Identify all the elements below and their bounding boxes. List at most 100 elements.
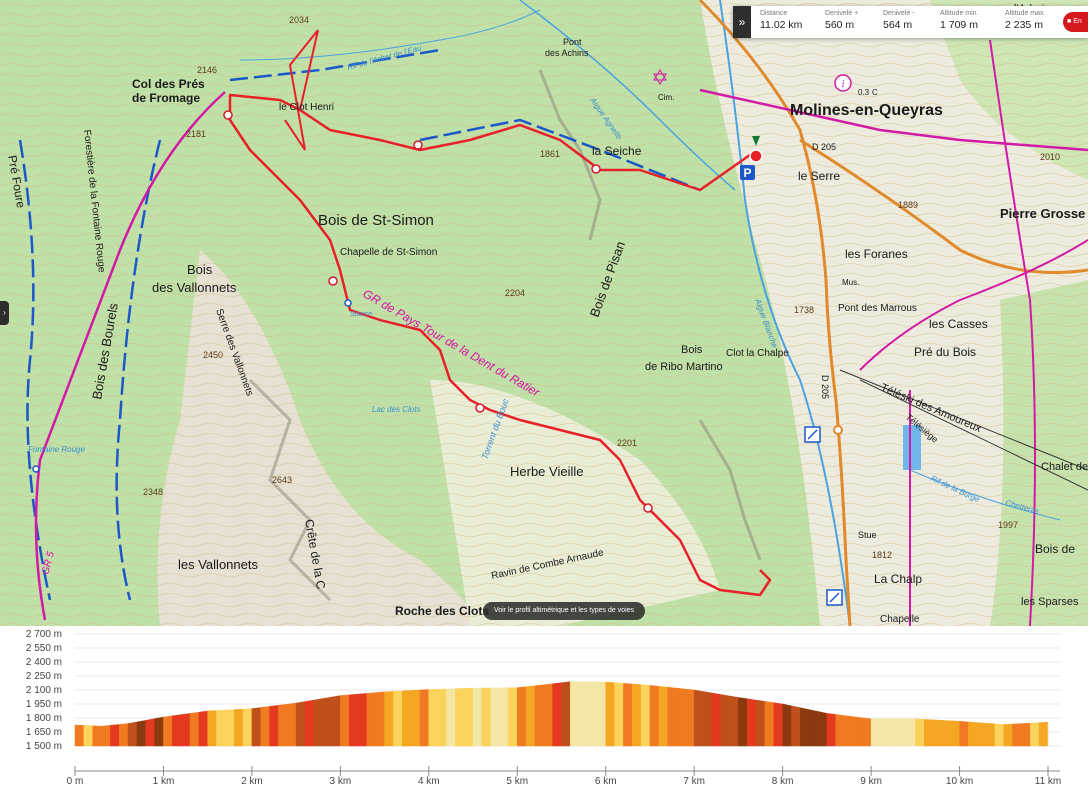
profile-segment bbox=[260, 706, 270, 747]
profile-segment bbox=[393, 690, 403, 747]
profile-segment bbox=[287, 702, 297, 747]
profile-segment bbox=[251, 707, 262, 747]
profile-segment bbox=[782, 703, 792, 747]
profile-segment bbox=[985, 722, 996, 747]
map-canvas[interactable]: P i l'AdretPontdes AchinsCol des Présde … bbox=[0, 0, 1088, 626]
profile-segment bbox=[994, 723, 1005, 747]
profile-segment bbox=[932, 719, 943, 747]
profile-segment bbox=[702, 691, 713, 747]
profile-segment bbox=[437, 688, 447, 747]
profile-segment bbox=[366, 692, 376, 747]
export-button[interactable]: ■ En bbox=[1063, 12, 1088, 32]
info-icon[interactable]: i bbox=[834, 74, 852, 92]
route-start-marker[interactable] bbox=[749, 149, 763, 163]
profile-segment bbox=[923, 719, 934, 747]
profile-segment bbox=[711, 692, 721, 747]
profile-segment bbox=[375, 691, 385, 747]
profile-segment bbox=[1003, 723, 1013, 747]
route-waypoint[interactable] bbox=[475, 403, 485, 413]
profile-segment bbox=[180, 713, 191, 747]
profile-segment bbox=[915, 718, 925, 747]
altitude-label: 2348 bbox=[143, 487, 163, 497]
route-waypoint[interactable] bbox=[591, 164, 601, 174]
stat-label: Altitude max. bbox=[1005, 10, 1046, 17]
profile-segment bbox=[959, 720, 969, 747]
spring-icon bbox=[32, 465, 40, 473]
profile-segment bbox=[649, 685, 660, 747]
y-tick-label: 2 100 m bbox=[26, 685, 62, 696]
profile-segment bbox=[110, 724, 120, 747]
profile-segment bbox=[826, 713, 836, 747]
profile-segment bbox=[517, 686, 527, 747]
side-panel-handle[interactable]: › bbox=[0, 301, 9, 325]
collapse-stats-button[interactable]: » bbox=[733, 6, 751, 38]
place-label: Pont bbox=[563, 37, 582, 47]
profile-segment bbox=[216, 709, 226, 747]
profile-segment bbox=[578, 681, 589, 747]
water-label: Lac des Clots bbox=[372, 405, 420, 414]
profile-segment bbox=[844, 715, 854, 747]
profile-segment bbox=[808, 709, 819, 747]
place-label: Bois bbox=[187, 262, 213, 277]
stat-label: Distance bbox=[760, 10, 788, 17]
x-tick-label: 7 km bbox=[683, 776, 705, 787]
place-label: Bois de St-Simon bbox=[318, 212, 434, 229]
profile-segment bbox=[269, 705, 279, 747]
profile-segment bbox=[817, 711, 828, 747]
profile-segment bbox=[83, 725, 93, 747]
place-label: Bois bbox=[681, 344, 703, 356]
profile-segment bbox=[463, 687, 474, 747]
route-waypoint[interactable] bbox=[328, 276, 338, 286]
profile-segment bbox=[198, 710, 208, 747]
place-label: la Seiche bbox=[592, 144, 642, 158]
profile-segment bbox=[941, 720, 951, 747]
x-tick-label: 0 m bbox=[67, 776, 84, 787]
place-label: Roche des Clots bbox=[395, 604, 489, 618]
profile-segment bbox=[410, 689, 421, 747]
route-waypoint[interactable] bbox=[643, 503, 653, 513]
profile-segment bbox=[481, 687, 491, 747]
profile-segment bbox=[348, 693, 359, 747]
altitude-label: 2201 bbox=[617, 438, 637, 448]
profile-segment bbox=[632, 683, 642, 747]
lock-icon: ■ bbox=[1067, 18, 1072, 25]
profile-segment bbox=[278, 703, 288, 747]
place-label: les Sparses bbox=[1021, 596, 1079, 608]
place-label: La Chalp bbox=[874, 572, 922, 586]
profile-segment bbox=[800, 707, 810, 747]
stat-value: 564 m bbox=[883, 19, 913, 31]
altitude-label: 2204 bbox=[505, 288, 525, 298]
profile-segment bbox=[428, 688, 438, 747]
profile-segment bbox=[1021, 722, 1031, 747]
stat-label: Denivelé - bbox=[883, 10, 915, 17]
route-waypoint[interactable] bbox=[413, 140, 423, 150]
profile-hint-button[interactable]: Voir le profil altimétrique et les types… bbox=[483, 602, 645, 620]
stat-value: 560 m bbox=[825, 19, 855, 31]
profile-segment bbox=[525, 685, 536, 747]
stat-distance: Distance 11.02 km bbox=[760, 10, 802, 31]
place-label: Molines-en-Queyras bbox=[790, 102, 943, 119]
x-tick-label: 10 km bbox=[946, 776, 973, 787]
elevation-profile-chart[interactable]: 2 700 m 2 550 m 2 400 m 2 250 m 2 100 m 1 950… bbox=[0, 626, 1088, 803]
altitude-label: 1738 bbox=[794, 305, 814, 315]
profile-segment bbox=[561, 681, 571, 747]
elevation-profile[interactable]: 2 700 m 2 550 m 2 400 m 2 250 m 2 100 m 1 950… bbox=[0, 626, 1088, 803]
road-label: 0.3 bbox=[858, 88, 870, 97]
topo-map[interactable]: P i l'AdretPontdes AchinsCol des Présde … bbox=[0, 0, 1088, 626]
profile-segment bbox=[92, 725, 102, 747]
y-tick-label: 1 500 m bbox=[26, 741, 62, 752]
profile-segment bbox=[1012, 723, 1022, 747]
profile-segment bbox=[835, 714, 845, 747]
profile-segment bbox=[976, 722, 987, 747]
stat-elevation-gain: Denivelé + 560 m bbox=[825, 10, 858, 31]
stat-value: 1 709 m bbox=[940, 19, 978, 31]
export-label: En bbox=[1073, 18, 1082, 25]
profile-segment bbox=[738, 697, 748, 747]
profile-segment bbox=[322, 696, 332, 747]
profile-segment bbox=[614, 682, 624, 747]
parking-icon[interactable]: P bbox=[740, 165, 755, 180]
route-stats-bar: » Distance 11.02 km Denivelé + 560 m Den… bbox=[733, 6, 1088, 38]
route-waypoint[interactable] bbox=[223, 110, 233, 120]
profile-segment bbox=[570, 681, 580, 747]
altitude-label: 1861 bbox=[540, 149, 560, 159]
